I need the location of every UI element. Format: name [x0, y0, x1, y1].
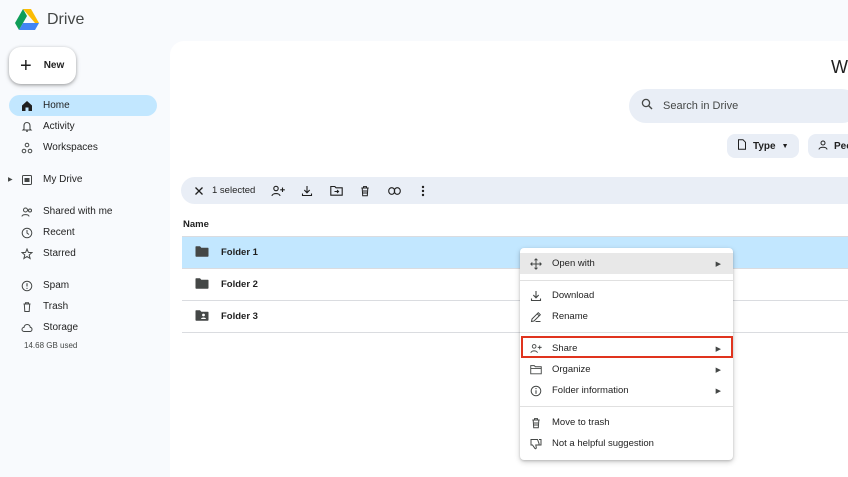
menu-item-not-helpful[interactable]: Not a helpful suggestion [520, 433, 733, 454]
link-icon[interactable] [387, 184, 401, 198]
submenu-arrow-icon: ▶ [715, 260, 721, 268]
share-highlight-annotation [521, 336, 733, 358]
my-drive-icon [21, 174, 33, 186]
sidebar-item-label: Trash [43, 301, 69, 312]
drive-logo-icon [15, 9, 39, 30]
storage-used-text: 14.68 GB used [24, 341, 78, 350]
workspaces-icon [21, 142, 33, 154]
sidebar-item-trash[interactable]: Trash [9, 296, 157, 317]
sidebar-item-home[interactable]: Home [9, 95, 157, 116]
menu-item-download[interactable]: Download [520, 285, 733, 306]
sidebar-item-recent[interactable]: Recent [9, 222, 157, 243]
menu-divider [520, 280, 733, 281]
sidebar-item-spam[interactable]: Spam [9, 275, 157, 296]
menu-item-label: Organize [552, 364, 591, 375]
selected-count: 1 selected [212, 185, 256, 196]
sidebar-item-label: Recent [43, 227, 75, 238]
expand-caret-icon[interactable]: ▶ [8, 176, 13, 183]
menu-item-label: Rename [552, 311, 588, 322]
download-icon [530, 290, 542, 302]
sidebar-item-label: Activity [43, 121, 75, 132]
chip-label: Peo [834, 140, 848, 152]
search-bar[interactable]: Search in Drive [629, 89, 848, 123]
sidebar-item-starred[interactable]: Starred [9, 243, 157, 264]
sidebar-item-label: My Drive [43, 174, 83, 185]
sidebar-item-my-drive[interactable]: ▶ My Drive [8, 169, 157, 190]
menu-divider [520, 406, 733, 407]
type-filter-chip[interactable]: Type ▼ [727, 134, 799, 158]
download-icon[interactable] [300, 184, 314, 198]
person-icon [818, 140, 828, 153]
more-vert-icon[interactable] [416, 184, 430, 198]
menu-item-label: Folder information [552, 385, 629, 396]
menu-item-rename[interactable]: Rename [520, 306, 733, 327]
sidebar-item-label: Shared with me [43, 206, 113, 217]
plus-icon: + [20, 54, 32, 77]
new-button-label: New [43, 60, 65, 71]
menu-item-open-with[interactable]: Open with ▶ [520, 253, 733, 274]
folder-icon [195, 245, 209, 260]
menu-item-organize[interactable]: Organize ▶ [520, 359, 733, 380]
move-to-folder-icon[interactable] [329, 184, 343, 198]
move-icon [530, 257, 542, 270]
menu-item-label: Not a helpful suggestion [552, 438, 654, 449]
sidebar-item-shared-with-me[interactable]: Shared with me [9, 201, 157, 222]
trash-icon [530, 417, 542, 429]
cloud-icon [21, 322, 33, 334]
file-name: Folder 3 [221, 311, 258, 322]
menu-item-move-to-trash[interactable]: Move to trash [520, 412, 733, 433]
menu-item-label: Download [552, 290, 595, 301]
thumbs-down-icon [530, 438, 542, 450]
sidebar-item-workspaces[interactable]: Workspaces [9, 137, 157, 158]
submenu-arrow-icon: ▶ [715, 366, 721, 374]
file-row-folder-1[interactable]: Folder 1 [182, 237, 848, 269]
sidebar-item-activity[interactable]: Activity [9, 116, 157, 137]
file-row-folder-3[interactable]: Folder 3 [182, 301, 848, 333]
shared-icon [21, 206, 33, 218]
file-name: Folder 1 [221, 247, 258, 258]
info-icon [530, 385, 542, 397]
menu-item-folder-information[interactable]: Folder information ▶ [520, 380, 733, 401]
rename-icon [530, 311, 542, 323]
star-icon [21, 247, 33, 260]
people-filter-chip[interactable]: Peo [808, 134, 848, 158]
column-header-name[interactable]: Name [183, 219, 209, 230]
menu-item-label: Move to trash [552, 417, 610, 428]
selection-toolbar: 1 selected [181, 177, 848, 204]
sidebar-item-label: Home [43, 100, 70, 111]
menu-divider [520, 332, 733, 333]
drive-logo[interactable]: Drive [15, 9, 84, 31]
app-name: Drive [47, 11, 85, 28]
trash-icon [21, 301, 33, 313]
caret-down-icon: ▼ [781, 142, 789, 150]
sidebar-item-label: Starred [43, 248, 76, 259]
main-panel: W Search in Drive Type ▼ Peo 1 selected [170, 41, 848, 477]
file-icon [737, 139, 747, 153]
sidebar-item-label: Spam [43, 280, 70, 291]
new-button[interactable]: + New [9, 47, 76, 84]
bell-icon [21, 121, 33, 133]
chip-label: Type [753, 140, 776, 152]
submenu-arrow-icon: ▶ [715, 387, 721, 395]
clock-icon [21, 227, 33, 239]
sidebar-item-label: Workspaces [43, 142, 98, 153]
trash-icon[interactable] [358, 184, 372, 198]
organize-icon [530, 364, 542, 376]
search-icon [641, 97, 653, 115]
menu-item-label: Open with [552, 258, 595, 269]
spam-icon [21, 280, 33, 292]
folder-icon [195, 277, 209, 292]
sidebar-item-label: Storage [43, 322, 79, 333]
home-icon [21, 100, 33, 112]
file-name: Folder 2 [221, 279, 258, 290]
sidebar-item-storage[interactable]: Storage [9, 317, 157, 338]
page-title: W [831, 57, 848, 77]
search-input[interactable]: Search in Drive [663, 100, 738, 112]
shared-folder-icon [195, 309, 209, 324]
file-row-folder-2[interactable]: Folder 2 [182, 269, 848, 301]
share-icon[interactable] [271, 184, 286, 198]
close-icon[interactable] [192, 184, 206, 198]
